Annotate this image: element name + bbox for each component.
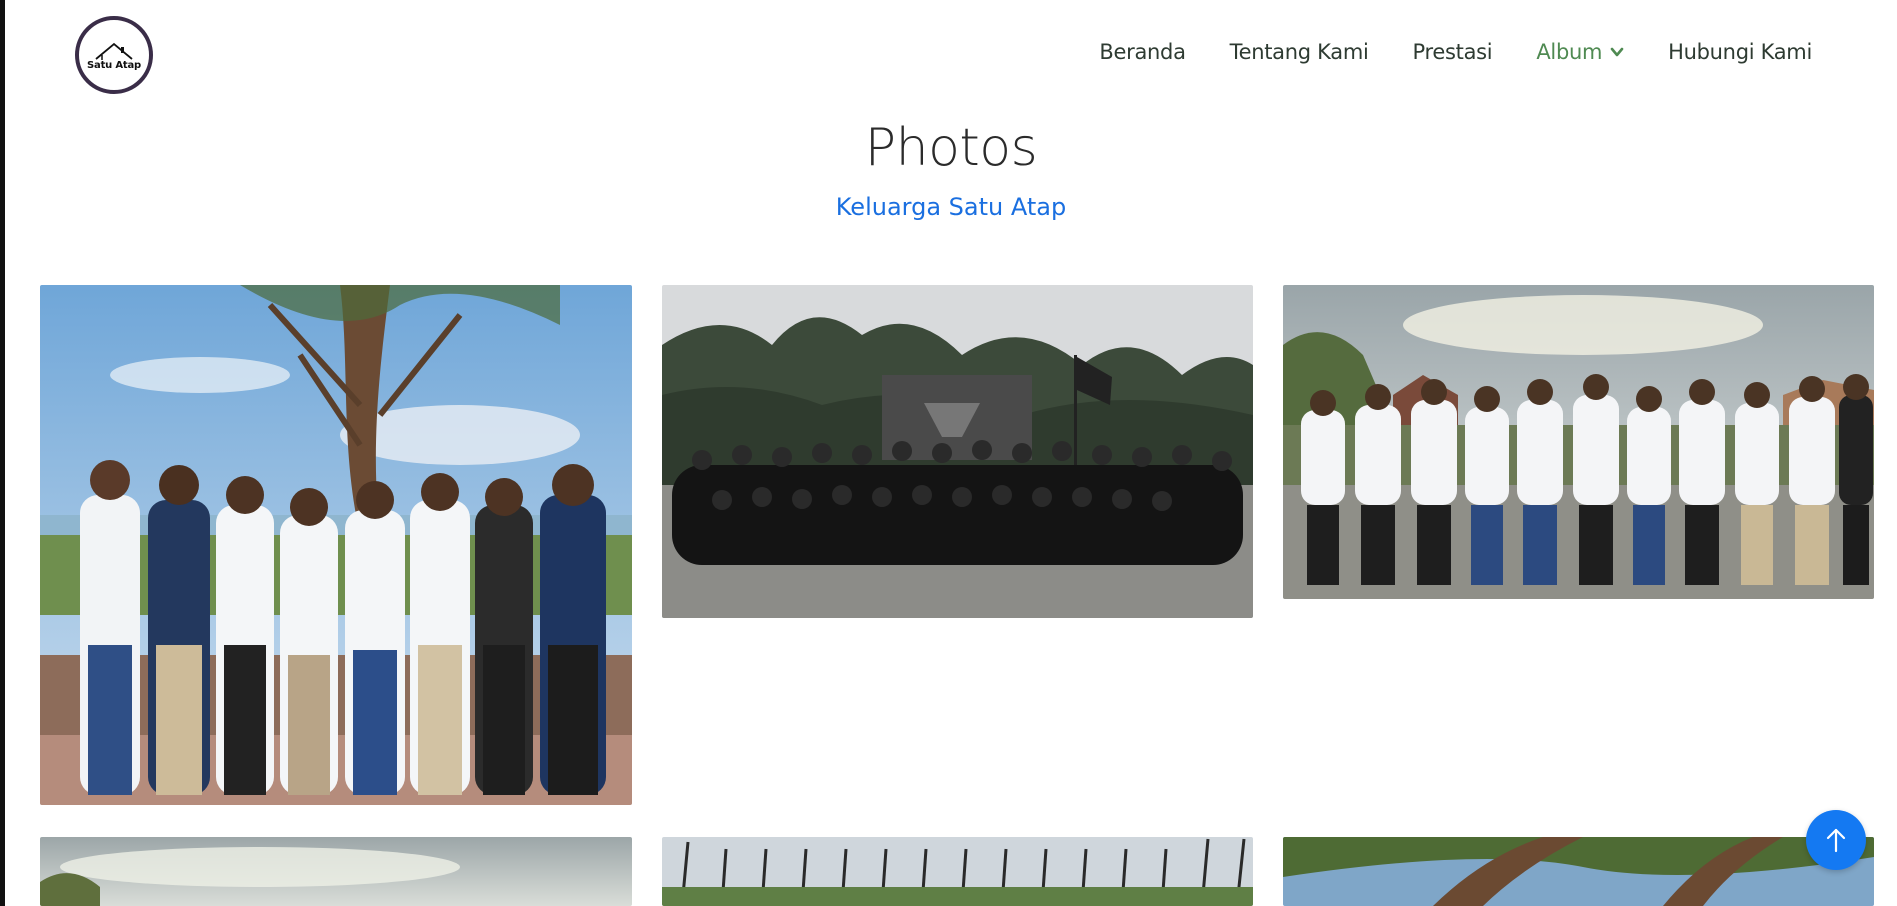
photo-gallery: [5, 0, 1897, 906]
arrow-up-icon: [1826, 828, 1846, 853]
gallery-photo[interactable]: [40, 285, 632, 805]
gallery-photo[interactable]: [1283, 837, 1874, 906]
gallery-photo[interactable]: [662, 285, 1253, 618]
gallery-photo[interactable]: [662, 837, 1253, 906]
gallery-photo[interactable]: [40, 837, 632, 906]
group-photo-image: [1283, 285, 1874, 599]
group-photo-image: [1283, 837, 1874, 906]
group-photo-image: [40, 837, 632, 906]
back-to-top-button[interactable]: [1806, 810, 1866, 870]
group-photo-image: [662, 285, 1253, 618]
group-photo-image: [662, 837, 1253, 906]
gallery-photo[interactable]: [1283, 285, 1874, 599]
page: Satu Atap Beranda Tentang Kami Prestasi …: [0, 0, 1897, 906]
group-photo-image: [40, 285, 632, 805]
